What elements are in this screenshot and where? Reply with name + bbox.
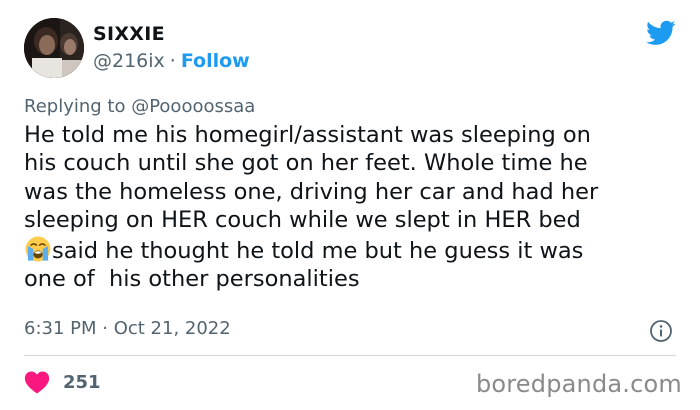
tweet-date: Oct 21, 2022 [113,318,231,339]
source-watermark: boredpanda.com [475,370,682,398]
tweet-card: SIXXIE @216ix · Follow Replying to @Pooooo… [0,0,700,410]
reply-mention-link[interactable]: @Pooooossaa [131,96,255,117]
tweet-text: He told me his homegirl/assistant was sl… [24,121,686,293]
reply-prefix: Replying to [24,96,132,117]
user-display-name[interactable]: SIXXIE [93,23,165,45]
tweet-text-line: his couch until she got on her feet. Who… [24,150,588,177]
tweet-text-line: said he thought he told me but he guess … [52,237,584,264]
loudly-crying-face-icon [25,236,51,262]
twitter-bird-icon[interactable] [646,20,676,46]
tweet-text-line-with-emoji: said he thought he told me but he guess … [24,235,686,265]
info-icon[interactable] [649,319,673,343]
divider [24,355,676,356]
avatar[interactable] [24,18,84,78]
user-handle[interactable]: @216ix [93,50,165,72]
tweet-text-line: He told me his homegirl/assistant was sl… [24,122,591,148]
tweet-text-line: one of his other personalities [24,266,360,293]
heart-icon[interactable] [24,370,50,394]
reply-context: Replying to @Pooooossaa [24,96,255,117]
handle-line: @216ix · Follow [93,50,250,72]
handle-separator: · [169,50,176,72]
tweet-time: 6:31 PM [24,318,97,339]
tweet-text-line: was the homeless one, driving her car an… [24,178,599,205]
follow-button[interactable]: Follow [181,50,250,72]
timestamp-separator: · [96,318,114,339]
like-count[interactable]: 251 [63,372,101,393]
tweet-text-line: sleeping on HER couch while we slept in … [24,207,581,234]
tweet-timestamp[interactable]: 6:31 PM · Oct 21, 2022 [24,318,231,339]
